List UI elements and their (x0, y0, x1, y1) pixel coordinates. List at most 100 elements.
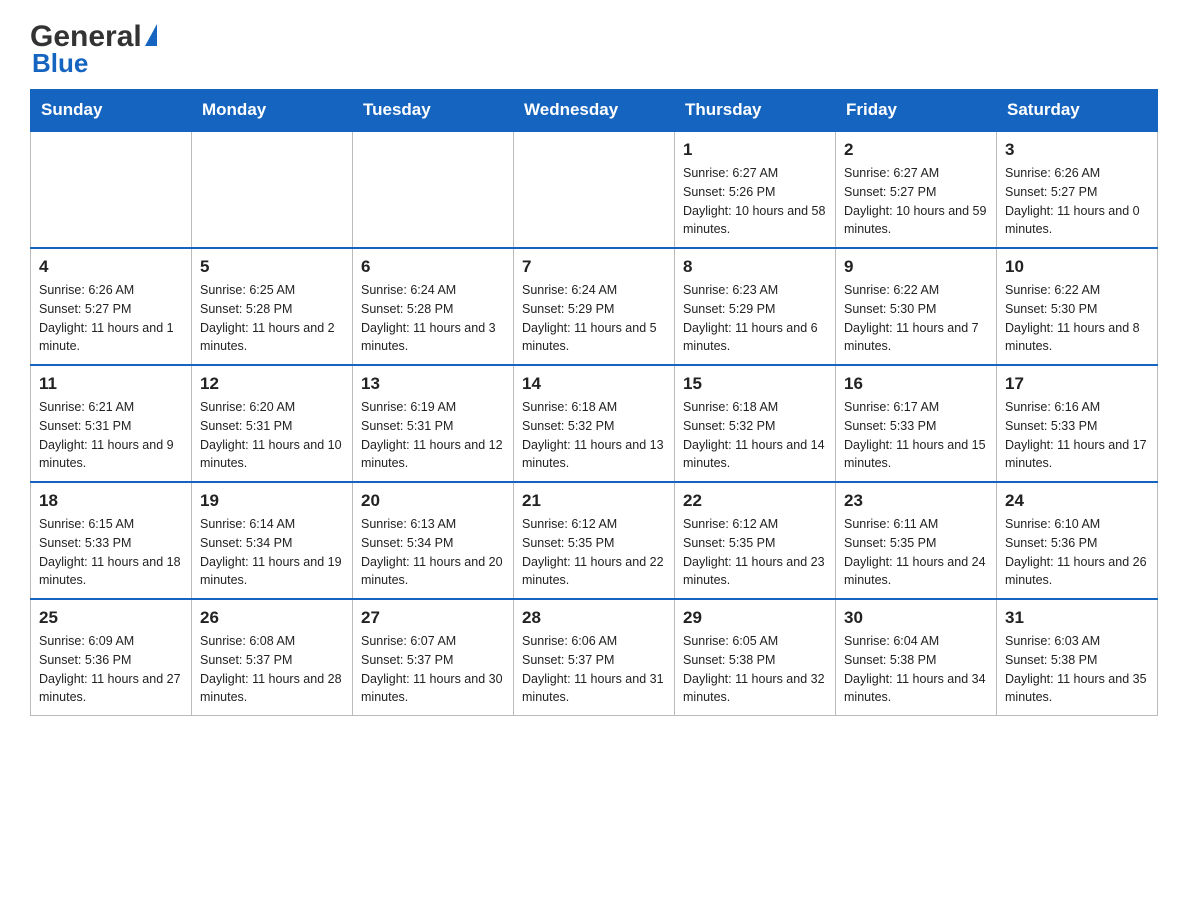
calendar-cell: 9 Sunrise: 6:22 AMSunset: 5:30 PMDaylight… (836, 248, 997, 365)
day-info: Sunrise: 6:19 AMSunset: 5:31 PMDaylight:… (361, 398, 505, 473)
day-info: Sunrise: 6:24 AMSunset: 5:29 PMDaylight:… (522, 281, 666, 356)
day-number: 11 (39, 374, 183, 394)
day-number: 9 (844, 257, 988, 277)
day-info: Sunrise: 6:16 AMSunset: 5:33 PMDaylight:… (1005, 398, 1149, 473)
calendar-cell: 23 Sunrise: 6:11 AMSunset: 5:35 PMDayligh… (836, 482, 997, 599)
calendar-cell: 27 Sunrise: 6:07 AMSunset: 5:37 PMDayligh… (353, 599, 514, 716)
day-info: Sunrise: 6:27 AMSunset: 5:27 PMDaylight:… (844, 164, 988, 239)
day-number: 10 (1005, 257, 1149, 277)
calendar-cell: 14 Sunrise: 6:18 AMSunset: 5:32 PMDayligh… (514, 365, 675, 482)
calendar-cell: 10 Sunrise: 6:22 AMSunset: 5:30 PMDayligh… (997, 248, 1158, 365)
calendar-cell: 5 Sunrise: 6:25 AMSunset: 5:28 PMDaylight… (192, 248, 353, 365)
day-number: 31 (1005, 608, 1149, 628)
day-info: Sunrise: 6:22 AMSunset: 5:30 PMDaylight:… (1005, 281, 1149, 356)
header-sunday: Sunday (31, 90, 192, 132)
calendar-cell: 20Sunrise: 6:13 AMSunset: 5:34 PMDayligh… (353, 482, 514, 599)
day-info: Sunrise: 6:14 AMSunset: 5:34 PMDaylight:… (200, 515, 344, 590)
day-number: 19 (200, 491, 344, 511)
day-number: 12 (200, 374, 344, 394)
day-number: 23 (844, 491, 988, 511)
calendar-cell (353, 131, 514, 248)
calendar-cell: 1 Sunrise: 6:27 AMSunset: 5:26 PMDaylight… (675, 131, 836, 248)
calendar-cell: 18Sunrise: 6:15 AMSunset: 5:33 PMDayligh… (31, 482, 192, 599)
day-info: Sunrise: 6:21 AMSunset: 5:31 PMDaylight:… (39, 398, 183, 473)
calendar-cell: 22Sunrise: 6:12 AMSunset: 5:35 PMDayligh… (675, 482, 836, 599)
day-info: Sunrise: 6:12 AMSunset: 5:35 PMDaylight:… (522, 515, 666, 590)
calendar-cell: 3Sunrise: 6:26 AMSunset: 5:27 PMDaylight… (997, 131, 1158, 248)
day-info: Sunrise: 6:23 AMSunset: 5:29 PMDaylight:… (683, 281, 827, 356)
calendar-cell: 19 Sunrise: 6:14 AMSunset: 5:34 PMDayligh… (192, 482, 353, 599)
header-tuesday: Tuesday (353, 90, 514, 132)
day-info: Sunrise: 6:11 AMSunset: 5:35 PMDaylight:… (844, 515, 988, 590)
day-number: 16 (844, 374, 988, 394)
day-info: Sunrise: 6:06 AMSunset: 5:37 PMDaylight:… (522, 632, 666, 707)
day-info: Sunrise: 6:24 AMSunset: 5:28 PMDaylight:… (361, 281, 505, 356)
day-info: Sunrise: 6:08 AMSunset: 5:37 PMDaylight:… (200, 632, 344, 707)
day-number: 2 (844, 140, 988, 160)
day-number: 4 (39, 257, 183, 277)
day-info: Sunrise: 6:20 AMSunset: 5:31 PMDaylight:… (200, 398, 344, 473)
week-row-3: 11 Sunrise: 6:21 AMSunset: 5:31 PMDayligh… (31, 365, 1158, 482)
calendar-cell (192, 131, 353, 248)
calendar-cell: 13 Sunrise: 6:19 AMSunset: 5:31 PMDayligh… (353, 365, 514, 482)
header-thursday: Thursday (675, 90, 836, 132)
header-saturday: Saturday (997, 90, 1158, 132)
day-number: 1 (683, 140, 827, 160)
calendar-cell: 30 Sunrise: 6:04 AMSunset: 5:38 PMDayligh… (836, 599, 997, 716)
day-number: 30 (844, 608, 988, 628)
calendar-cell: 15 Sunrise: 6:18 AMSunset: 5:32 PMDayligh… (675, 365, 836, 482)
day-info: Sunrise: 6:04 AMSunset: 5:38 PMDaylight:… (844, 632, 988, 707)
day-info: Sunrise: 6:18 AMSunset: 5:32 PMDaylight:… (683, 398, 827, 473)
calendar-cell: 7 Sunrise: 6:24 AMSunset: 5:29 PMDaylight… (514, 248, 675, 365)
day-number: 5 (200, 257, 344, 277)
week-row-4: 18Sunrise: 6:15 AMSunset: 5:33 PMDayligh… (31, 482, 1158, 599)
calendar-cell: 31 Sunrise: 6:03 AMSunset: 5:38 PMDayligh… (997, 599, 1158, 716)
logo: General Blue (30, 20, 157, 79)
day-number: 25 (39, 608, 183, 628)
header-monday: Monday (192, 90, 353, 132)
calendar-table: Sunday Monday Tuesday Wednesday Thursday… (30, 89, 1158, 716)
header-friday: Friday (836, 90, 997, 132)
day-info: Sunrise: 6:05 AMSunset: 5:38 PMDaylight:… (683, 632, 827, 707)
day-number: 28 (522, 608, 666, 628)
calendar-cell (31, 131, 192, 248)
calendar-cell: 11 Sunrise: 6:21 AMSunset: 5:31 PMDayligh… (31, 365, 192, 482)
page-header: General Blue (30, 20, 1158, 79)
day-info: Sunrise: 6:22 AMSunset: 5:30 PMDaylight:… (844, 281, 988, 356)
calendar-cell: 2 Sunrise: 6:27 AMSunset: 5:27 PMDaylight… (836, 131, 997, 248)
day-info: Sunrise: 6:17 AMSunset: 5:33 PMDaylight:… (844, 398, 988, 473)
calendar-cell: 29 Sunrise: 6:05 AMSunset: 5:38 PMDayligh… (675, 599, 836, 716)
day-info: Sunrise: 6:13 AMSunset: 5:34 PMDaylight:… (361, 515, 505, 590)
logo-blue: Blue (32, 48, 88, 78)
day-number: 27 (361, 608, 505, 628)
calendar-cell: 24Sunrise: 6:10 AMSunset: 5:36 PMDayligh… (997, 482, 1158, 599)
day-info: Sunrise: 6:26 AMSunset: 5:27 PMDaylight:… (1005, 164, 1149, 239)
day-info: Sunrise: 6:26 AMSunset: 5:27 PMDaylight:… (39, 281, 183, 356)
calendar-cell: 16 Sunrise: 6:17 AMSunset: 5:33 PMDayligh… (836, 365, 997, 482)
week-row-5: 25 Sunrise: 6:09 AMSunset: 5:36 PMDayligh… (31, 599, 1158, 716)
day-number: 18 (39, 491, 183, 511)
day-number: 17 (1005, 374, 1149, 394)
day-info: Sunrise: 6:25 AMSunset: 5:28 PMDaylight:… (200, 281, 344, 356)
calendar-cell: 6Sunrise: 6:24 AMSunset: 5:28 PMDaylight… (353, 248, 514, 365)
day-info: Sunrise: 6:27 AMSunset: 5:26 PMDaylight:… (683, 164, 827, 239)
day-info: Sunrise: 6:09 AMSunset: 5:36 PMDaylight:… (39, 632, 183, 707)
header-wednesday: Wednesday (514, 90, 675, 132)
calendar-cell: 25 Sunrise: 6:09 AMSunset: 5:36 PMDayligh… (31, 599, 192, 716)
day-number: 13 (361, 374, 505, 394)
day-number: 14 (522, 374, 666, 394)
day-info: Sunrise: 6:07 AMSunset: 5:37 PMDaylight:… (361, 632, 505, 707)
day-number: 15 (683, 374, 827, 394)
week-row-2: 4 Sunrise: 6:26 AMSunset: 5:27 PMDaylight… (31, 248, 1158, 365)
day-info: Sunrise: 6:03 AMSunset: 5:38 PMDaylight:… (1005, 632, 1149, 707)
day-number: 7 (522, 257, 666, 277)
calendar-cell: 28 Sunrise: 6:06 AMSunset: 5:37 PMDayligh… (514, 599, 675, 716)
day-info: Sunrise: 6:10 AMSunset: 5:36 PMDaylight:… (1005, 515, 1149, 590)
day-number: 8 (683, 257, 827, 277)
day-number: 22 (683, 491, 827, 511)
calendar-cell: 17 Sunrise: 6:16 AMSunset: 5:33 PMDayligh… (997, 365, 1158, 482)
day-info: Sunrise: 6:18 AMSunset: 5:32 PMDaylight:… (522, 398, 666, 473)
calendar-cell: 4 Sunrise: 6:26 AMSunset: 5:27 PMDaylight… (31, 248, 192, 365)
week-row-1: 1 Sunrise: 6:27 AMSunset: 5:26 PMDaylight… (31, 131, 1158, 248)
day-number: 29 (683, 608, 827, 628)
